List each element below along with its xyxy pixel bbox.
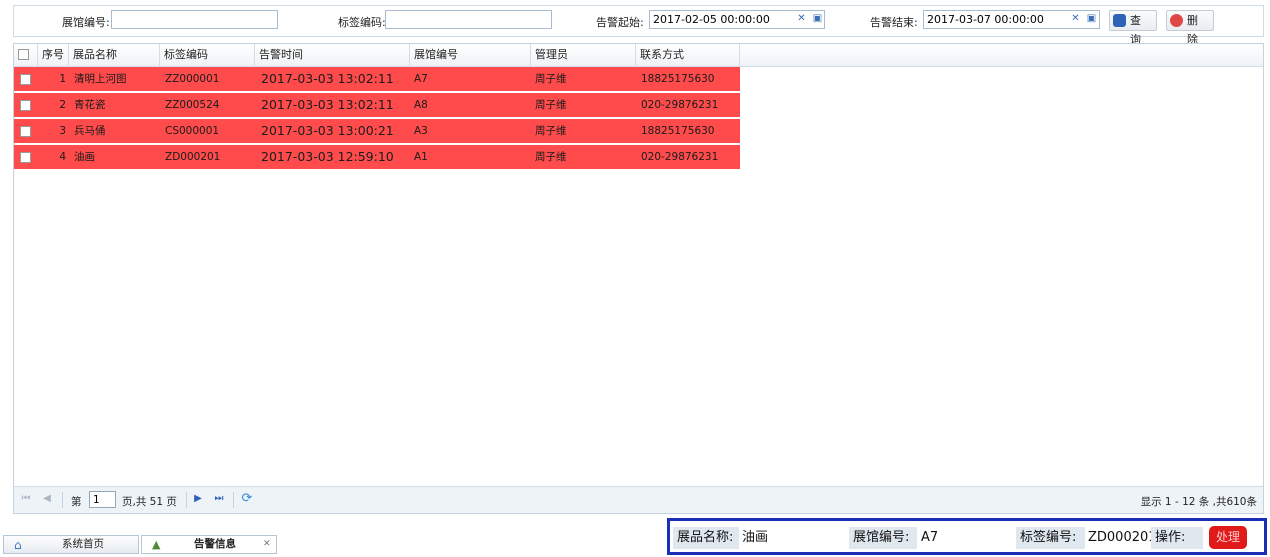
- prev-page-icon[interactable]: ◀: [41, 493, 53, 505]
- header-tag[interactable]: 标签编码: [160, 44, 255, 66]
- row-tag: ZD000201: [165, 151, 221, 163]
- detail-op-label: 操作:: [1151, 527, 1203, 549]
- pager-divider: [233, 492, 234, 508]
- row-admin: 周子维: [535, 151, 567, 163]
- row-hall: A3: [414, 125, 428, 137]
- page-total: 页,共 51 页: [122, 496, 177, 508]
- query-button[interactable]: 查询: [1109, 10, 1157, 46]
- refresh-icon[interactable]: ⟳: [241, 492, 253, 505]
- row-contact: 020-29876231: [641, 99, 719, 111]
- row-contact: 18825175630: [641, 73, 715, 85]
- row-hall: A8: [414, 99, 428, 111]
- delete-label: 删除: [1187, 14, 1198, 46]
- last-page-icon[interactable]: ⏭: [213, 493, 225, 505]
- row-tag: ZZ000001: [165, 73, 220, 85]
- detail-hall-label: 展馆编号:: [849, 527, 917, 549]
- page-number-input[interactable]: [89, 491, 116, 508]
- row-checkbox[interactable]: [20, 100, 31, 111]
- delete-icon: [1170, 14, 1183, 27]
- table-row[interactable]: 1 清明上河图 ZZ000001 2017-03-03 13:02:11 A7 …: [14, 67, 740, 91]
- row-admin: 周子维: [535, 125, 567, 137]
- hall-label: 展馆编号:: [62, 16, 110, 29]
- end-label: 告警结束:: [870, 16, 918, 29]
- row-time: 2017-03-03 12:59:10: [261, 149, 394, 164]
- first-page-icon[interactable]: ⏮: [20, 493, 32, 505]
- row-checkbox[interactable]: [20, 152, 31, 163]
- header-hall[interactable]: 展馆编号: [410, 44, 531, 66]
- tab-home[interactable]: ⌂ 系统首页: [3, 535, 139, 554]
- row-contact: 18825175630: [641, 125, 715, 137]
- start-label: 告警起始:: [596, 16, 644, 29]
- row-time: 2017-03-03 13:00:21: [261, 123, 394, 138]
- tag-label: 标签编码:: [338, 16, 386, 29]
- clear-start-icon[interactable]: ✕: [794, 11, 809, 27]
- hall-number-input[interactable]: [111, 10, 278, 29]
- header-admin[interactable]: 管理员: [531, 44, 636, 66]
- row-name: 兵马俑: [74, 125, 106, 137]
- header-time[interactable]: 告警时间: [255, 44, 410, 66]
- pager: ⏮ ◀ 第 页,共 51 页 ▶ ⏭ ⟳ 显示 1 - 12 条 ,共610条: [14, 486, 1263, 513]
- row-no: 4: [59, 151, 66, 163]
- clear-end-icon[interactable]: ✕: [1068, 11, 1083, 27]
- calendar-start-icon[interactable]: ▣: [810, 11, 825, 27]
- table-row[interactable]: 2 青花瓷 ZZ000524 2017-03-03 13:02:11 A8 周子…: [14, 93, 740, 117]
- row-no: 2: [59, 99, 66, 111]
- detail-name-value: 油画: [742, 530, 769, 545]
- search-icon: [1113, 14, 1126, 27]
- next-page-icon[interactable]: ▶: [192, 493, 204, 505]
- row-checkbox[interactable]: [20, 126, 31, 137]
- alarm-detail-panel: 展品名称: 油画 展馆编号: A7 标签编号: ZD000201 操作: 处理: [667, 518, 1267, 555]
- detail-tag-value: ZD000201: [1088, 530, 1157, 545]
- alert-tab-icon: ▲: [152, 538, 161, 551]
- row-admin: 周子维: [535, 73, 567, 85]
- header-contact[interactable]: 联系方式: [636, 44, 740, 66]
- row-admin: 周子维: [535, 99, 567, 111]
- tag-code-input[interactable]: [385, 10, 552, 29]
- pager-divider: [186, 492, 187, 508]
- tab-home-label: 系统首页: [62, 538, 104, 550]
- tab-alarm[interactable]: ▲ 告警信息 ✕: [141, 535, 277, 554]
- row-checkbox[interactable]: [20, 74, 31, 85]
- detail-hall-value: A7: [921, 530, 939, 545]
- row-contact: 020-29876231: [641, 151, 719, 163]
- header-name[interactable]: 展品名称: [69, 44, 160, 66]
- row-time: 2017-03-03 13:02:11: [261, 71, 394, 86]
- detail-tag-label: 标签编号:: [1016, 527, 1085, 549]
- table-row[interactable]: 4 油画 ZD000201 2017-03-03 12:59:10 A1 周子维…: [14, 145, 740, 169]
- query-label: 查询: [1130, 14, 1141, 46]
- tab-alarm-label: 告警信息: [194, 538, 236, 550]
- row-hall: A1: [414, 151, 428, 163]
- record-summary: 显示 1 - 12 条 ,共610条: [1140, 496, 1257, 508]
- detail-name-label: 展品名称:: [673, 527, 739, 549]
- row-time: 2017-03-03 13:02:11: [261, 97, 394, 112]
- select-all-checkbox[interactable]: [18, 49, 29, 60]
- row-tag: CS000001: [165, 125, 220, 137]
- pager-divider: [62, 492, 63, 508]
- page-prefix: 第: [71, 496, 82, 508]
- grid-header: 序号 展品名称 标签编码 告警时间 展馆编号 管理员 联系方式: [14, 44, 1263, 67]
- row-name: 青花瓷: [74, 99, 106, 111]
- row-no: 1: [59, 73, 66, 85]
- alarm-grid: 序号 展品名称 标签编码 告警时间 展馆编号 管理员 联系方式 1 清明上河图 …: [13, 43, 1264, 514]
- close-icon[interactable]: ✕: [263, 536, 271, 553]
- row-hall: A7: [414, 73, 428, 85]
- row-no: 3: [59, 125, 66, 137]
- process-button[interactable]: 处理: [1209, 526, 1247, 549]
- row-name: 清明上河图: [74, 73, 127, 85]
- calendar-end-icon[interactable]: ▣: [1084, 11, 1099, 27]
- header-no[interactable]: 序号: [38, 44, 69, 66]
- row-name: 油画: [74, 151, 95, 163]
- table-row[interactable]: 3 兵马俑 CS000001 2017-03-03 13:00:21 A3 周子…: [14, 119, 740, 143]
- delete-button[interactable]: 删除: [1166, 10, 1214, 46]
- home-icon: ⌂: [14, 538, 22, 552]
- row-tag: ZZ000524: [165, 99, 220, 111]
